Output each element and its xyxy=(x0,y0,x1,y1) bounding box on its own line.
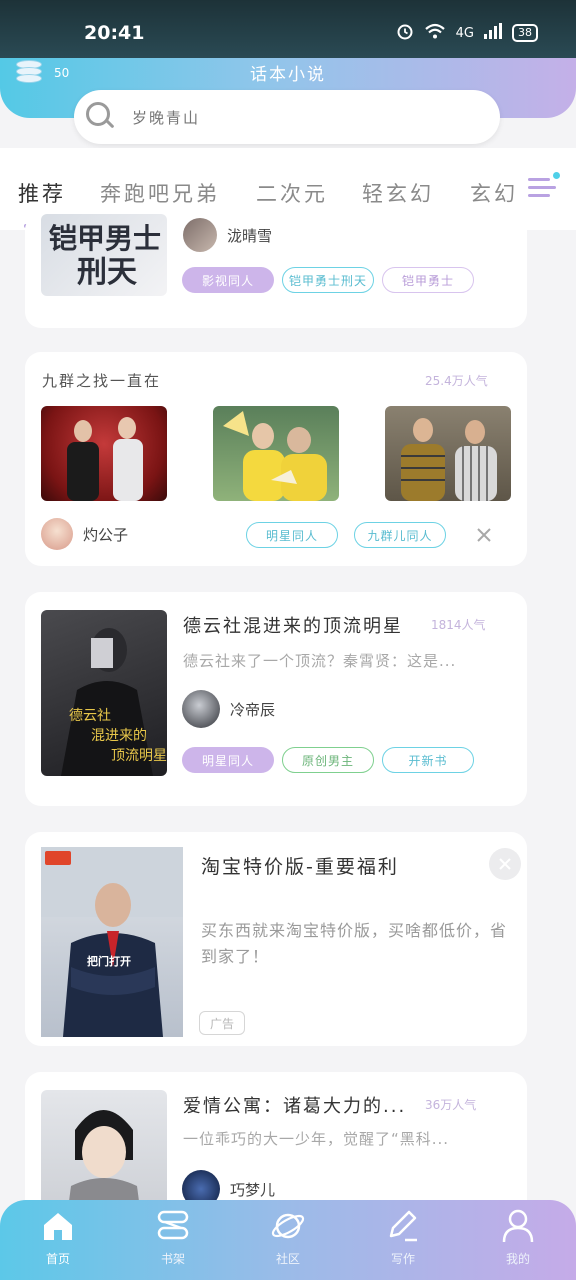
svg-text:混进来的: 混进来的 xyxy=(91,728,147,744)
tag[interactable]: 铠甲勇士 xyxy=(382,267,474,293)
battery-indicator: 38 xyxy=(512,24,538,42)
book-title: 爱情公寓：诸葛大力的... xyxy=(183,1096,407,1117)
author-name: 巧梦儿 xyxy=(230,1180,276,1199)
tag[interactable]: 九群儿同人 xyxy=(354,522,446,548)
book-description: 一位乖巧的大一少年，觉醒了“黑科... xyxy=(183,1130,450,1148)
nav-home[interactable]: 首页 xyxy=(18,1208,98,1267)
svg-text:刑天: 刑天 xyxy=(77,255,137,290)
planet-icon xyxy=(270,1208,306,1244)
svg-text:顶流明星: 顶流明星 xyxy=(111,748,167,764)
tag[interactable]: 原创男主 xyxy=(282,747,374,773)
nav-label: 我的 xyxy=(505,1252,530,1266)
ad-image-caption: 把门打开 xyxy=(87,955,131,968)
tag[interactable]: 明星同人 xyxy=(246,522,338,548)
collection-title: 九群之找一直在 xyxy=(42,372,162,390)
nav-bookshelf[interactable]: 书架 xyxy=(133,1208,213,1267)
pen-icon xyxy=(385,1208,421,1244)
book-heat: 36万人气 xyxy=(425,1098,477,1112)
author-name: 灼公子 xyxy=(83,525,129,544)
svg-text:铠甲男士: 铠甲男士 xyxy=(49,222,161,255)
ad-badge: 广告 xyxy=(199,1011,245,1035)
collection-author: 灼公子 xyxy=(41,518,128,550)
ad-close-icon[interactable] xyxy=(489,848,521,880)
nav-label: 社区 xyxy=(275,1252,300,1266)
book-cover: 铠甲男士 刑天 xyxy=(41,214,167,296)
ad-image: 把门打开 xyxy=(41,847,183,1037)
category-menu-icon[interactable] xyxy=(528,172,560,202)
tag[interactable]: 影视同人 xyxy=(182,267,274,293)
wifi-icon xyxy=(424,22,446,44)
tab-light-fantasy[interactable]: 轻玄幻 xyxy=(362,178,434,208)
book-cover: 德云社 混进来的 顶流明星 xyxy=(41,610,167,776)
user-icon xyxy=(500,1208,536,1244)
author-avatar xyxy=(183,218,217,252)
close-icon[interactable] xyxy=(475,526,493,544)
signal-icon xyxy=(484,23,502,43)
author-avatar xyxy=(182,690,220,728)
nav-write[interactable]: 写作 xyxy=(363,1208,443,1267)
home-icon xyxy=(40,1208,76,1244)
tab-fantasy[interactable]: 玄幻 xyxy=(470,178,526,208)
app-title: 话本小说 xyxy=(250,65,326,85)
tab-running-man[interactable]: 奔跑吧兄弟 xyxy=(100,178,220,208)
book-card-partial[interactable]: 铠甲男士 刑天 泷晴雪 影视同人 铠甲勇士刑天 铠甲勇士 xyxy=(25,214,527,328)
book-author: 冷帝辰 xyxy=(182,690,275,728)
tag[interactable]: 开新书 xyxy=(382,747,474,773)
tag[interactable]: 铠甲勇士刑天 xyxy=(282,267,374,293)
network-type: 4G xyxy=(455,25,474,41)
author-name: 泷晴雪 xyxy=(227,226,273,245)
tab-anime[interactable]: 二次元 xyxy=(256,178,328,208)
collection-cover-3 xyxy=(385,406,511,501)
nav-profile[interactable]: 我的 xyxy=(478,1208,558,1267)
search-icon xyxy=(84,100,118,134)
ad-title: 淘宝特价版-重要福利 xyxy=(201,856,399,878)
alarm-icon xyxy=(396,22,414,44)
status-time: 20:41 xyxy=(84,22,145,44)
book-description: 德云社来了一个顶流？秦霄贤：这是... xyxy=(183,652,457,670)
bottom-navigation: 首页 书架 社区 写作 我的 xyxy=(0,1200,576,1280)
nav-label: 书架 xyxy=(160,1252,185,1266)
book-heat: 1814人气 xyxy=(431,618,486,632)
nav-label: 首页 xyxy=(45,1252,70,1266)
svg-text:德云社: 德云社 xyxy=(69,708,111,724)
tag[interactable]: 明星同人 xyxy=(182,747,274,773)
book-title: 德云社混进来的顶流明星 xyxy=(183,616,403,637)
collection-card[interactable]: 九群之找一直在 25.4万人气 灼公子 明星同人 九群儿同人 xyxy=(25,352,527,566)
bookshelf-icon xyxy=(155,1208,191,1244)
collection-cover-2 xyxy=(213,406,339,501)
nav-community[interactable]: 社区 xyxy=(248,1208,328,1267)
collection-heat: 25.4万人气 xyxy=(425,374,488,388)
tab-recommend[interactable]: 推荐 xyxy=(18,178,66,208)
ad-card[interactable]: 把门打开 淘宝特价版-重要福利 买东西就来淘宝特价版，买啥都低价，省到家了！ 广… xyxy=(25,832,527,1046)
author-name: 冷帝辰 xyxy=(230,700,276,719)
ad-description: 买东西就来淘宝特价版，买啥都低价，省到家了！ xyxy=(201,921,508,966)
book-author: 泷晴雪 xyxy=(183,218,272,252)
collection-cover-1 xyxy=(41,406,167,501)
author-avatar xyxy=(41,518,73,550)
book-card[interactable]: 德云社 混进来的 顶流明星 德云社混进来的顶流明星 1814人气 德云社来了一个… xyxy=(25,592,527,806)
nav-label: 写作 xyxy=(390,1252,415,1266)
search-bar[interactable]: 岁晚青山 xyxy=(74,90,500,144)
status-bar: 20:41 4G 38 xyxy=(0,0,576,58)
search-placeholder: 岁晚青山 xyxy=(132,108,201,127)
status-icons: 4G 38 xyxy=(396,22,538,44)
